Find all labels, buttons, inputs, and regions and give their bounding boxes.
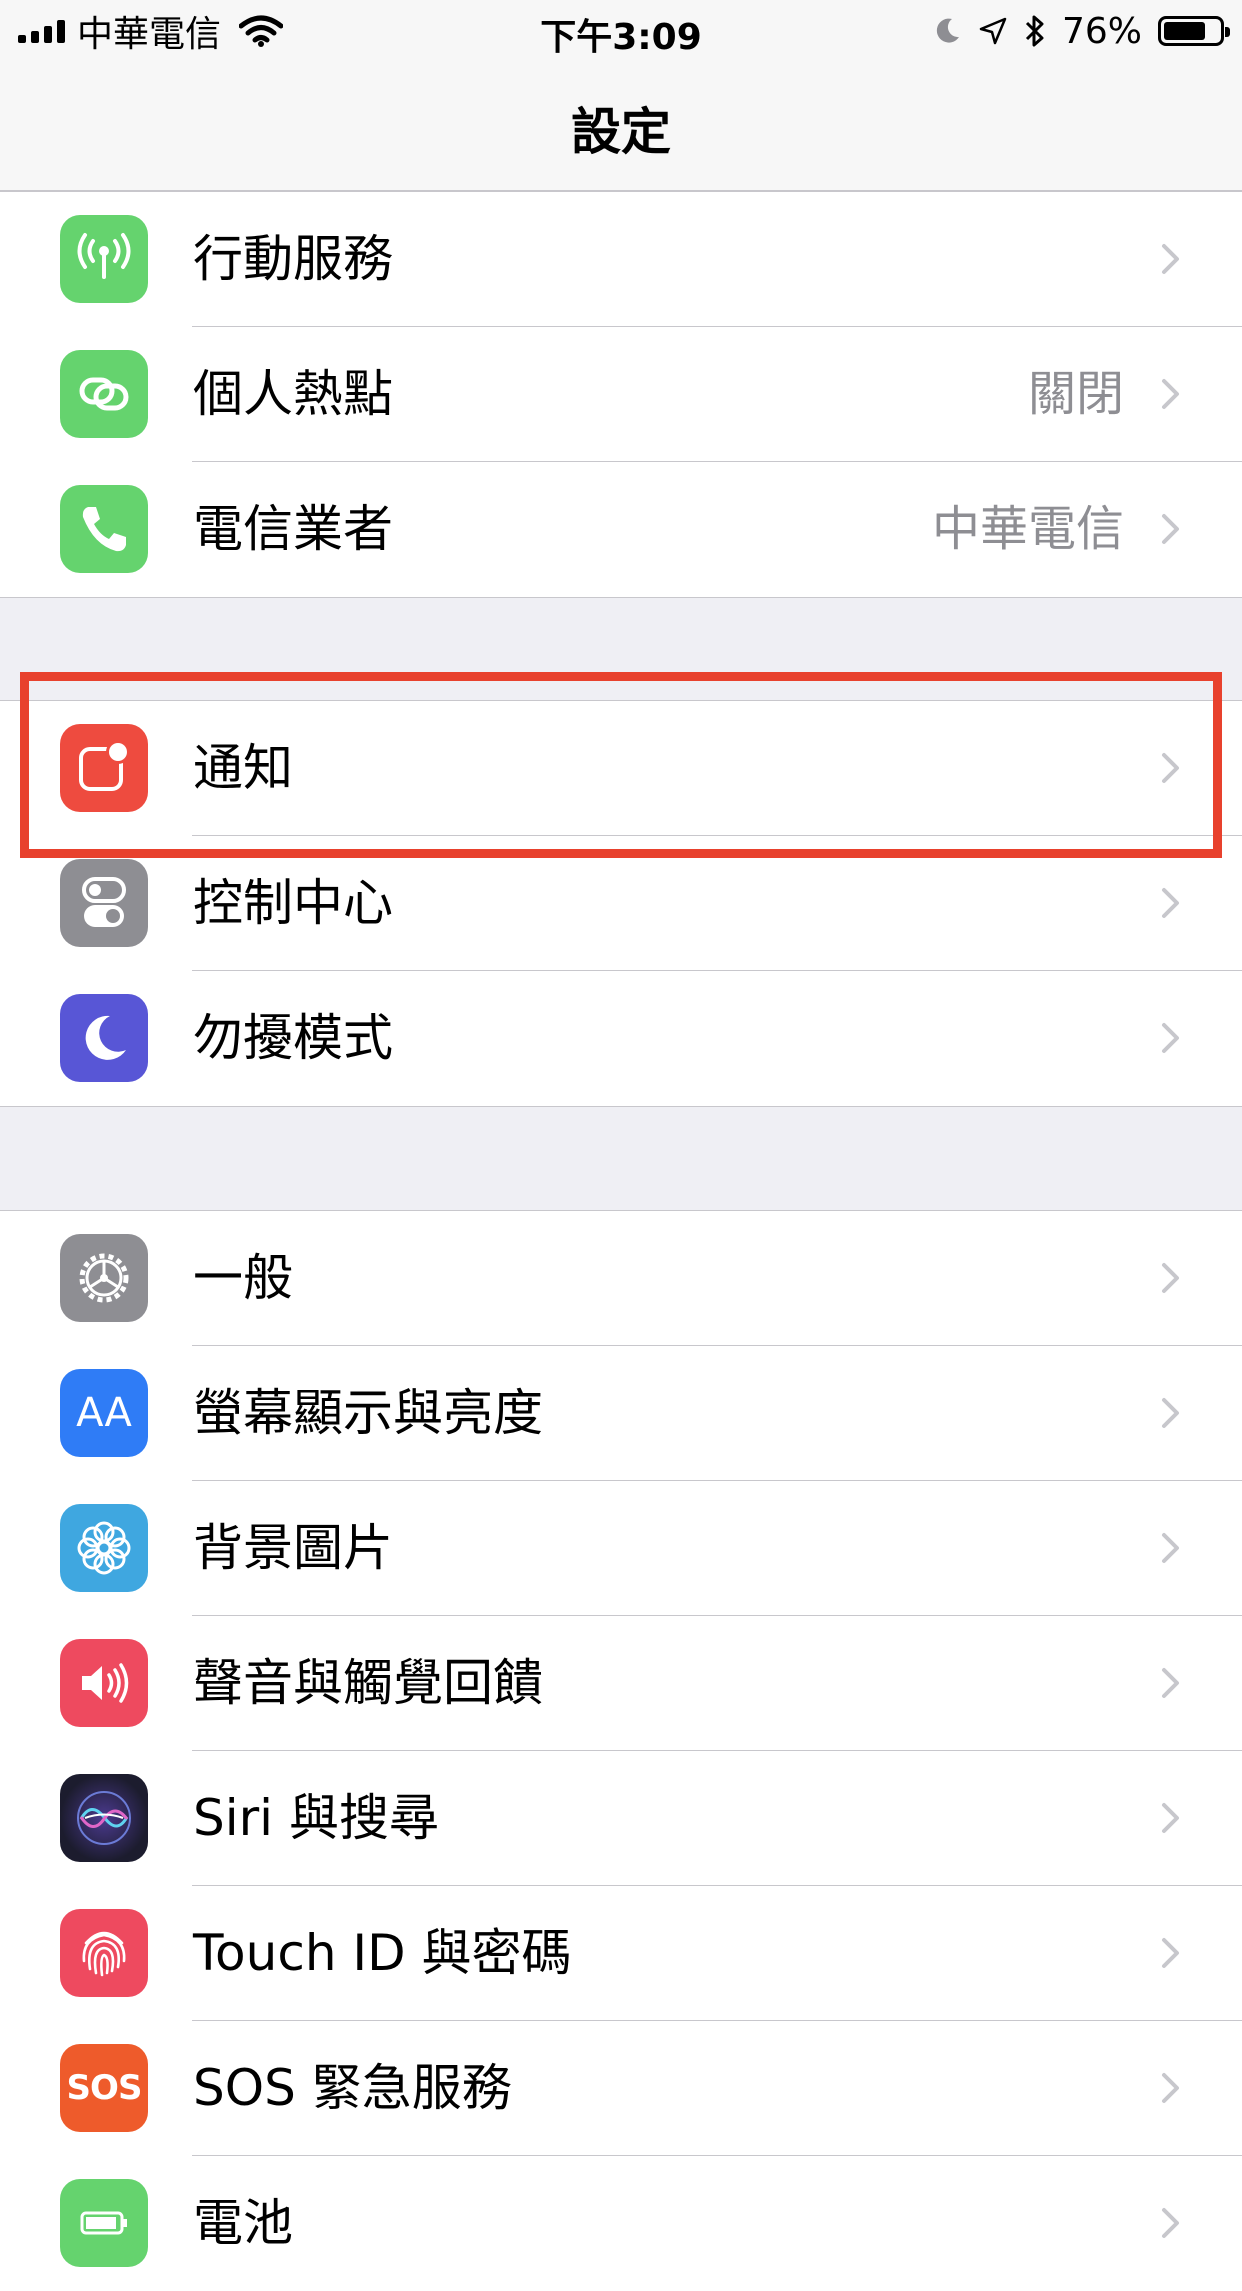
settings-row-label: 螢幕顯示與亮度 bbox=[193, 1384, 543, 1442]
moon-icon bbox=[60, 994, 148, 1082]
settings-row-wallpaper[interactable]: 背景圖片 bbox=[0, 1481, 1242, 1616]
settings-row-do-not-disturb[interactable]: 勿擾模式 bbox=[0, 971, 1242, 1106]
settings-row-carrier[interactable]: 電信業者 中華電信 bbox=[0, 462, 1242, 597]
chevron-right-icon bbox=[1162, 753, 1179, 783]
settings-row-label: 個人熱點 bbox=[193, 365, 393, 423]
fingerprint-icon bbox=[60, 1909, 148, 1997]
gear-icon bbox=[60, 1234, 148, 1322]
settings-group-notifications: 通知 控制中心 勿擾模式 bbox=[0, 700, 1242, 1107]
settings-row-display-brightness[interactable]: AA 螢幕顯示與亮度 bbox=[0, 1346, 1242, 1481]
chevron-right-icon bbox=[1162, 1263, 1179, 1293]
text-size-icon: AA bbox=[60, 1369, 148, 1457]
chevron-right-icon bbox=[1162, 2208, 1179, 2238]
settings-row-siri-search[interactable]: Siri 與搜尋 bbox=[0, 1751, 1242, 1886]
chevron-right-icon bbox=[1162, 244, 1179, 274]
chevron-right-icon bbox=[1162, 379, 1179, 409]
settings-row-label: 行動服務 bbox=[193, 230, 393, 288]
chevron-right-icon bbox=[1162, 1938, 1179, 1968]
battery-icon bbox=[60, 2179, 148, 2267]
settings-row-control-center[interactable]: 控制中心 bbox=[0, 836, 1242, 971]
page-title: 設定 bbox=[571, 103, 671, 161]
settings-group-connectivity: 行動服務 個人熱點 關閉 電信業者 中華電信 bbox=[0, 192, 1242, 598]
text-size-icon-glyph: AA bbox=[76, 1390, 132, 1436]
chevron-right-icon bbox=[1162, 1668, 1179, 1698]
battery-icon bbox=[1158, 16, 1230, 46]
settings-row-label: 控制中心 bbox=[193, 874, 393, 932]
settings-row-cellular[interactable]: 行動服務 bbox=[0, 192, 1242, 327]
chevron-right-icon bbox=[1162, 1398, 1179, 1428]
cellular-signal-icon bbox=[18, 19, 65, 43]
chevron-right-icon bbox=[1162, 1803, 1179, 1833]
settings-row-battery[interactable]: 電池 bbox=[0, 2156, 1242, 2291]
speaker-icon bbox=[60, 1639, 148, 1727]
antenna-icon bbox=[60, 215, 148, 303]
bluetooth-icon bbox=[1025, 15, 1044, 47]
phone-icon bbox=[60, 485, 148, 573]
settings-row-touch-id-passcode[interactable]: Touch ID 與密碼 bbox=[0, 1886, 1242, 2021]
sos-icon: SOS bbox=[60, 2044, 148, 2132]
settings-row-general[interactable]: 一般 bbox=[0, 1211, 1242, 1346]
hotspot-link-icon bbox=[60, 350, 148, 438]
settings-row-label: 勿擾模式 bbox=[193, 1009, 393, 1067]
chevron-right-icon bbox=[1162, 514, 1179, 544]
wifi-icon bbox=[239, 15, 284, 47]
flower-icon bbox=[60, 1504, 148, 1592]
settings-row-label: Touch ID 與密碼 bbox=[193, 1924, 572, 1982]
status-bar: 中華電信 下午3:09 76% bbox=[0, 0, 1242, 62]
chevron-right-icon bbox=[1162, 1023, 1179, 1053]
settings-row-detail: 中華電信 bbox=[931, 501, 1124, 557]
chevron-right-icon bbox=[1162, 1533, 1179, 1563]
settings-row-emergency-sos[interactable]: SOS SOS 緊急服務 bbox=[0, 2021, 1242, 2156]
toggles-icon bbox=[60, 859, 148, 947]
settings-row-label: Siri 與搜尋 bbox=[193, 1789, 439, 1847]
settings-row-notifications[interactable]: 通知 bbox=[0, 701, 1242, 836]
settings-row-label: 背景圖片 bbox=[193, 1519, 393, 1577]
notification-icon bbox=[60, 724, 148, 812]
settings-row-label: 電池 bbox=[193, 2194, 293, 2252]
settings-row-sounds-haptics[interactable]: 聲音與觸覺回饋 bbox=[0, 1616, 1242, 1751]
chevron-right-icon bbox=[1162, 888, 1179, 918]
settings-row-label: 電信業者 bbox=[193, 500, 393, 558]
do-not-disturb-moon-icon bbox=[936, 18, 959, 43]
sos-icon-glyph: SOS bbox=[66, 2068, 143, 2108]
chevron-right-icon bbox=[1162, 2073, 1179, 2103]
carrier-name: 中華電信 bbox=[77, 14, 222, 55]
battery-percentage: 76% bbox=[1061, 10, 1142, 52]
settings-row-label: 通知 bbox=[193, 739, 293, 797]
settings-row-label: SOS 緊急服務 bbox=[193, 2059, 512, 2117]
settings-group-general: 一般 AA 螢幕顯示與亮度 背景圖片 聲音與觸覺回饋 Siri 與搜尋 Touc… bbox=[0, 1210, 1242, 2291]
settings-row-label: 一般 bbox=[193, 1249, 293, 1307]
settings-row-personal-hotspot[interactable]: 個人熱點 關閉 bbox=[0, 327, 1242, 462]
navigation-bar: 設定 bbox=[0, 62, 1242, 192]
location-arrow-icon bbox=[979, 17, 1007, 45]
settings-row-detail: 關閉 bbox=[1027, 366, 1124, 422]
siri-icon bbox=[60, 1774, 148, 1862]
settings-row-label: 聲音與觸覺回饋 bbox=[193, 1654, 543, 1712]
